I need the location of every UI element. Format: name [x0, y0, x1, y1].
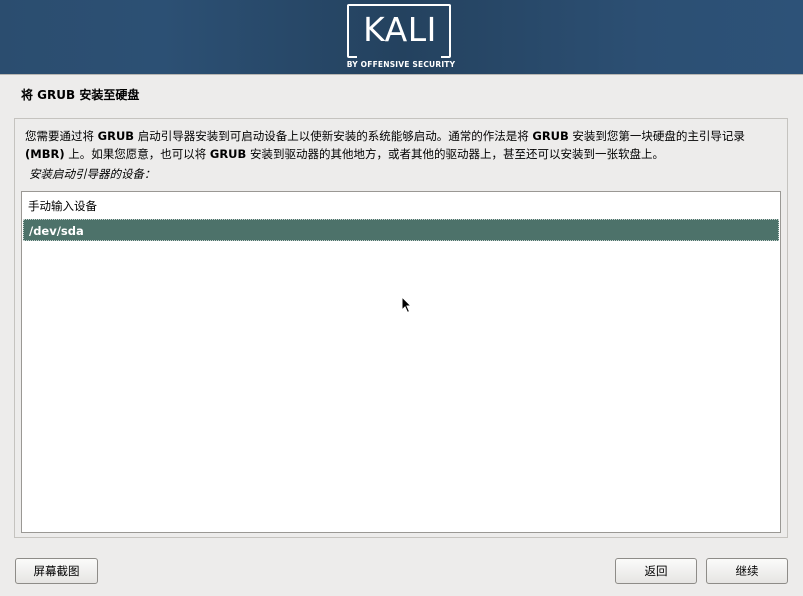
page-title: 将 GRUB 安装至硬盘: [21, 88, 140, 102]
back-button[interactable]: 返回: [615, 558, 697, 584]
mouse-cursor-icon: [401, 296, 413, 314]
device-list-label: 安装启动引导器的设备：: [29, 167, 156, 181]
header-divider: [0, 74, 803, 75]
continue-button[interactable]: 继续: [706, 558, 788, 584]
list-item-dev-sda[interactable]: /dev/sda: [23, 219, 779, 241]
desc-text: 您需要通过将: [25, 129, 98, 143]
desc-text: 启动引导器安装到可启动设备上以使新安装的系统能够启动。通常的作法是将: [134, 129, 533, 143]
description-text: 您需要通过将 GRUB 启动引导器安装到可启动设备上以使新安装的系统能够启动。通…: [25, 127, 785, 163]
kali-logo: KALI BY OFFENSIVE SECURITY: [346, 3, 456, 71]
desc-grub: GRUB: [532, 129, 569, 143]
logo-subtitle: BY OFFENSIVE SECURITY: [346, 60, 456, 69]
logo-text: KALI: [363, 10, 437, 49]
desc-text: 上。如果您愿意，也可以将: [64, 147, 210, 161]
device-listbox[interactable]: 手动输入设备 /dev/sda: [21, 191, 781, 533]
desc-mbr: (MBR): [25, 147, 65, 161]
desc-grub: GRUB: [97, 129, 135, 143]
description-line-2: (MBR) 上。如果您愿意，也可以将 GRUB 安装到驱动器的其他地方，或者其他…: [25, 145, 785, 163]
kali-banner: KALI BY OFFENSIVE SECURITY: [0, 0, 803, 74]
desc-text: 安装到您第一块硬盘的主引导记录: [568, 129, 745, 143]
desc-text: 安装到驱动器的其他地方，或者其他的驱动器上，甚至还可以安装到一张软盘上。: [246, 147, 664, 161]
list-item-manual-entry[interactable]: 手动输入设备: [23, 195, 779, 217]
desc-grub: GRUB: [209, 147, 247, 161]
description-line-1: 您需要通过将 GRUB 启动引导器安装到可启动设备上以使新安装的系统能够启动。通…: [25, 127, 785, 145]
screenshot-button[interactable]: 屏幕截图: [15, 558, 98, 584]
